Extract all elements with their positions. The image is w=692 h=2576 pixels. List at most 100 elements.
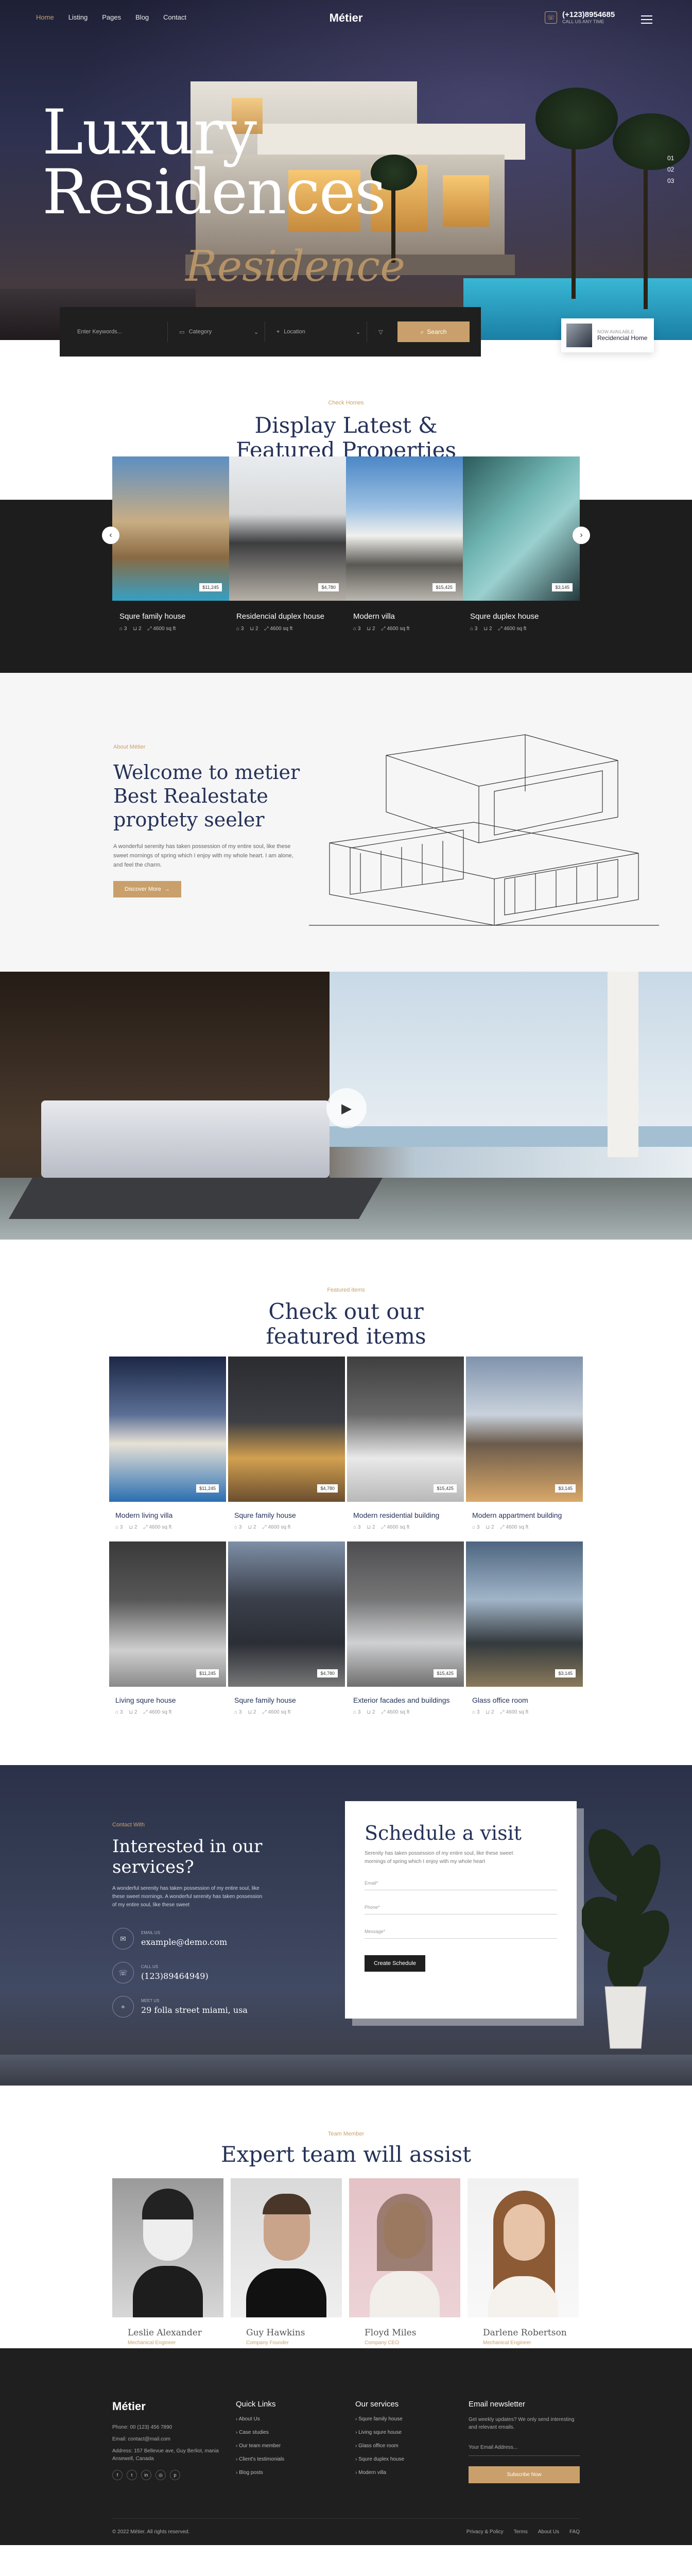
featured-card[interactable]: $4,780 Squre family house ⌂ 3 ⊔ 2 ⤢ 4600 sq … bbox=[228, 1357, 345, 1530]
featured-grid: $11,245 Modern living villa ⌂ 3 ⊔ 2 ⤢ 4600 s… bbox=[109, 1357, 583, 1715]
about-link[interactable]: About Us bbox=[538, 2529, 559, 2535]
featured-name: Modern living villa bbox=[115, 1511, 173, 1519]
twitter-icon[interactable]: t bbox=[127, 2470, 137, 2480]
property-name: Modern villa bbox=[353, 612, 395, 621]
featured-card[interactable]: $3,145 Modern appartment building ⌂ 3 ⊔ 2 ⤢ … bbox=[466, 1357, 583, 1530]
play-video-button[interactable]: ▶ bbox=[326, 1088, 367, 1128]
price-badge: $15,425 bbox=[434, 1484, 457, 1493]
area-icon: ⤢ 4600 sq ft bbox=[264, 626, 293, 632]
property-card[interactable]: $11,245 Squre family house ⌂ 3 ⊔ 2 ⤢ 4600 … bbox=[112, 456, 229, 632]
chevron-down-icon: ⌄ bbox=[253, 329, 259, 335]
create-schedule-button[interactable]: Create Schedule bbox=[365, 1955, 425, 1972]
newsletter-email-input[interactable]: Your Email Address... bbox=[469, 2445, 580, 2456]
team-member-card[interactable]: Floyd Miles Company CEO bbox=[349, 2178, 460, 2346]
facebook-icon[interactable]: f bbox=[112, 2470, 123, 2480]
bed-icon: ⌂ 3 bbox=[115, 1524, 123, 1530]
bath-icon: ⊔ 2 bbox=[486, 1709, 494, 1715]
featured-items-section: Featured items Check out our featured it… bbox=[0, 1240, 692, 1765]
welcome-body: A wonderful serenity has taken possessio… bbox=[113, 843, 293, 868]
footer-link[interactable]: › Glass office room bbox=[355, 2443, 404, 2449]
footer-link[interactable]: › Modern villa bbox=[355, 2470, 404, 2476]
footer-link[interactable]: › Case studies bbox=[236, 2430, 284, 2435]
featured-card[interactable]: $15,425 Modern residential building ⌂ 3 ⊔ 2… bbox=[347, 1357, 464, 1530]
footer-logo[interactable]: Métier bbox=[112, 2400, 236, 2413]
property-meta: ⌂ 3 ⊔ 2 ⤢ 4600 sq ft bbox=[353, 1524, 464, 1530]
area-icon: ⤢ 4600 sq ft bbox=[147, 626, 176, 632]
pinterest-icon[interactable]: p bbox=[170, 2470, 180, 2480]
featured-card[interactable]: $4,780 Squre family house ⌂ 3 ⊔ 2 ⤢ 4600 sq … bbox=[228, 1541, 345, 1715]
carousel-prev-button[interactable]: ‹ bbox=[102, 527, 119, 544]
contact-phone[interactable]: ☏ CALL US (123)89464949) bbox=[112, 1962, 287, 1984]
footer-link[interactable]: › Living squre house bbox=[355, 2430, 404, 2435]
property-card[interactable]: $3,145 Squre duplex house ⌂ 3 ⊔ 2 ⤢ 4600 s… bbox=[463, 456, 580, 632]
bed-icon: ⌂ 3 bbox=[115, 1709, 123, 1715]
bath-icon: ⊔ 2 bbox=[133, 626, 142, 632]
footer-link[interactable]: › Client's testimonials bbox=[236, 2456, 284, 2462]
instagram-icon[interactable]: ◎ bbox=[155, 2470, 166, 2480]
category-select[interactable]: ▭ Category ⌄ bbox=[173, 321, 266, 342]
message-field[interactable]: Message* bbox=[365, 1929, 557, 1939]
featured-card[interactable]: $3,145 Glass office room ⌂ 3 ⊔ 2 ⤢ 4600 sq f… bbox=[466, 1541, 583, 1715]
featured-card[interactable]: $15,425 Exterior facades and buildings ⌂ 3… bbox=[347, 1541, 464, 1715]
faq-link[interactable]: FAQ bbox=[569, 2529, 580, 2535]
team-member-card[interactable]: Guy Hawkins Company Founder bbox=[231, 2178, 342, 2346]
featured-card[interactable]: $11,245 Living squre house ⌂ 3 ⊔ 2 ⤢ 4600 sq… bbox=[109, 1541, 226, 1715]
header-phone[interactable]: ☏ (+123)8954685 CALL US ANY TIME bbox=[545, 10, 615, 24]
hamburger-menu-icon[interactable] bbox=[641, 15, 652, 26]
property-card[interactable]: $15,425 Modern villa ⌂ 3 ⊔ 2 ⤢ 4600 sq ft bbox=[346, 456, 463, 632]
contact-email[interactable]: ✉ EMAIL US example@demo.com bbox=[112, 1928, 287, 1950]
phone-field[interactable]: Phone* bbox=[365, 1905, 557, 1914]
featured-name: Exterior facades and buildings bbox=[353, 1696, 450, 1704]
price-badge: $11,245 bbox=[196, 1669, 219, 1677]
featured-name: Squre family house bbox=[234, 1696, 296, 1704]
search-button[interactable]: ⌕ Search bbox=[397, 321, 470, 342]
welcome-eyebrow: About Métier bbox=[113, 744, 146, 750]
slide-03[interactable]: 03 bbox=[667, 175, 674, 187]
newsletter-body: Get weekly updates? We only send interes… bbox=[469, 2417, 575, 2430]
email-field[interactable]: Email* bbox=[365, 1880, 557, 1890]
bed-icon: ⌂ 3 bbox=[236, 626, 244, 632]
linkedin-icon[interactable]: in bbox=[141, 2470, 151, 2480]
area-icon: ⤢ 4600 sq ft bbox=[498, 626, 527, 632]
property-meta: ⌂ 3 ⊔ 2 ⤢ 4600 sq ft bbox=[119, 626, 229, 632]
bed-icon: ⌂ 3 bbox=[353, 626, 361, 632]
team-member-card[interactable]: Leslie Alexander Mechanical Engineer bbox=[112, 2178, 223, 2346]
phone-icon: ☏ bbox=[545, 11, 557, 24]
featured-title: Check out our featured items bbox=[266, 1299, 426, 1349]
property-meta: ⌂ 3 ⊔ 2 ⤢ 4600 sq ft bbox=[472, 1709, 583, 1715]
house-sketch-illustration bbox=[309, 734, 659, 926]
slide-01[interactable]: 01 bbox=[667, 152, 674, 164]
newsletter-title: Email newsletter bbox=[469, 2400, 526, 2409]
hero-card-title: Recidencial Home bbox=[597, 334, 648, 342]
featured-card[interactable]: $11,245 Modern living villa ⌂ 3 ⊔ 2 ⤢ 4600 s… bbox=[109, 1357, 226, 1530]
property-meta: ⌂ 3 ⊔ 2 ⤢ 4600 sq ft bbox=[236, 626, 346, 632]
carousel-next-button[interactable]: › bbox=[573, 527, 590, 544]
footer-link[interactable]: › About Us bbox=[236, 2416, 284, 2422]
bed-icon: ⌂ 3 bbox=[353, 1524, 361, 1530]
property-card[interactable]: $4,780 Residencial duplex house ⌂ 3 ⊔ 2 ⤢ … bbox=[229, 456, 346, 632]
site-footer: Métier Phone: 00 (123) 456 7890 Email: c… bbox=[0, 2348, 692, 2545]
team-member-card[interactable]: Darlene Robertson Mechanical Engineer bbox=[468, 2178, 579, 2346]
filter-icon[interactable]: ▽ bbox=[372, 321, 392, 342]
price-badge: $11,245 bbox=[196, 1484, 219, 1493]
footer-link[interactable]: › Our team member bbox=[236, 2443, 284, 2449]
property-image: $11,245 bbox=[112, 456, 229, 601]
footer-link[interactable]: › Squre family house bbox=[355, 2416, 404, 2422]
property-meta: ⌂ 3 ⊔ 2 ⤢ 4600 sq ft bbox=[353, 626, 463, 632]
team-title: Expert team will assist bbox=[221, 2142, 471, 2167]
hero-section: Home Listing Pages Blog Contact Métier ☏… bbox=[0, 0, 692, 340]
bath-icon: ⊔ 2 bbox=[486, 1524, 494, 1530]
privacy-link[interactable]: Privacy & Policy bbox=[466, 2529, 504, 2535]
hero-featured-card[interactable]: NOW AVAILABLE Recidencial Home bbox=[561, 318, 654, 352]
subscribe-button[interactable]: Subscribe Now bbox=[469, 2466, 580, 2483]
footer-link[interactable]: › Squre duplex house bbox=[355, 2456, 404, 2462]
footer-link[interactable]: › Blog posts bbox=[236, 2470, 284, 2476]
keyword-input[interactable]: Enter Keywords... bbox=[71, 321, 168, 342]
location-select[interactable]: ⌖ Location ⌄ bbox=[270, 321, 368, 342]
terms-link[interactable]: Terms bbox=[514, 2529, 528, 2535]
discover-more-button[interactable]: Discover More → bbox=[113, 881, 181, 897]
bed-icon: ⌂ 3 bbox=[119, 626, 127, 632]
property-meta: ⌂ 3 ⊔ 2 ⤢ 4600 sq ft bbox=[234, 1709, 345, 1715]
price-badge: $4,780 bbox=[318, 583, 339, 591]
slide-02[interactable]: 02 bbox=[667, 164, 674, 175]
